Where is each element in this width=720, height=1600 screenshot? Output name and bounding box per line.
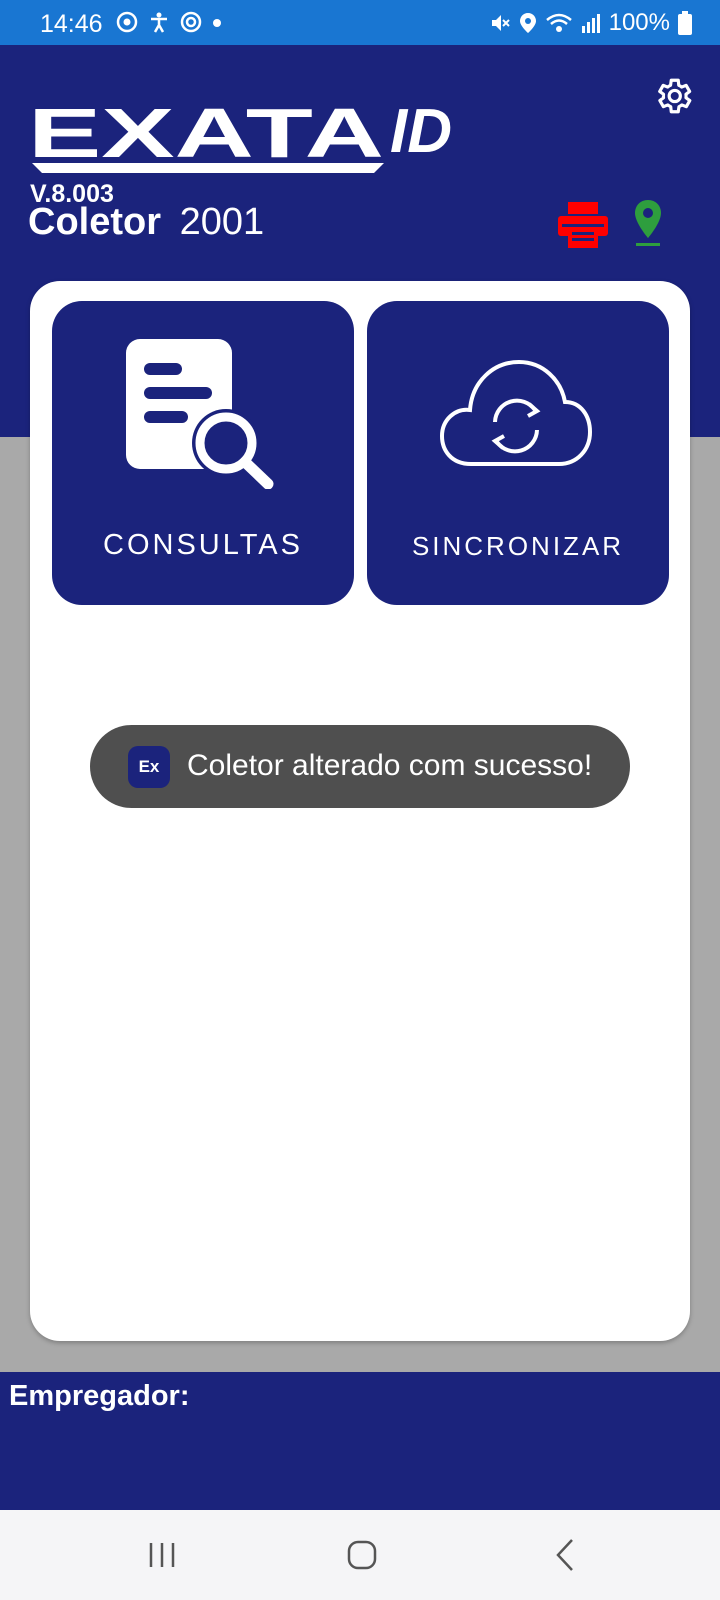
system-nav-bar (0, 1510, 720, 1600)
status-right-icons: 100% (489, 9, 692, 37)
status-left-icons (116, 11, 222, 33)
settings-gear-icon[interactable] (652, 75, 694, 117)
footer-bar: Empregador: (0, 1372, 720, 1510)
location-pin-icon[interactable] (632, 198, 664, 248)
cloud-sync-icon (439, 359, 593, 466)
signal-icon (581, 14, 600, 33)
printer-icon[interactable] (558, 202, 608, 248)
dot-icon (213, 19, 221, 27)
coletor-label: Coletor (28, 201, 161, 243)
logo-text: EXATA (28, 99, 384, 172)
recent-apps-button[interactable] (132, 1532, 192, 1578)
back-button[interactable] (535, 1532, 595, 1578)
sync-icon (116, 11, 138, 33)
status-time: 14:46 (40, 10, 103, 38)
consultas-label: CONSULTAS (103, 529, 303, 561)
sincronizar-label: SINCRONIZAR (411, 531, 625, 561)
battery-icon (678, 11, 692, 35)
home-icon (347, 1540, 377, 1570)
wifi-icon (545, 13, 572, 32)
mute-icon (491, 15, 510, 31)
app-icon: Ex (128, 746, 170, 788)
location-icon (519, 13, 536, 33)
accessibility-icon (151, 12, 167, 33)
coletor-row: Coletor 2001 (28, 201, 264, 244)
sincronizar-button[interactable]: SINCRONIZAR (367, 301, 669, 605)
main-card: CONSULTAS SINCRONIZAR (30, 281, 690, 1341)
document-search-icon (126, 339, 274, 489)
app-logo: EXATA ID (28, 94, 498, 184)
home-button[interactable] (332, 1532, 392, 1578)
logo-suffix: ID (390, 99, 452, 166)
coletor-value: 2001 (179, 201, 265, 243)
consultas-button[interactable]: CONSULTAS (52, 301, 354, 605)
empregador-label: Empregador: (9, 1380, 190, 1412)
status-bar: 14:46 100% (0, 0, 720, 45)
battery-percentage: 100% (608, 9, 670, 36)
toast-notification: Ex Coletor alterado com sucesso! (90, 725, 630, 808)
recent-apps-icon (149, 1543, 175, 1567)
toast-message: Coletor alterado com sucesso! (187, 749, 593, 782)
back-icon (556, 1539, 573, 1571)
dnd-icon (180, 11, 202, 33)
